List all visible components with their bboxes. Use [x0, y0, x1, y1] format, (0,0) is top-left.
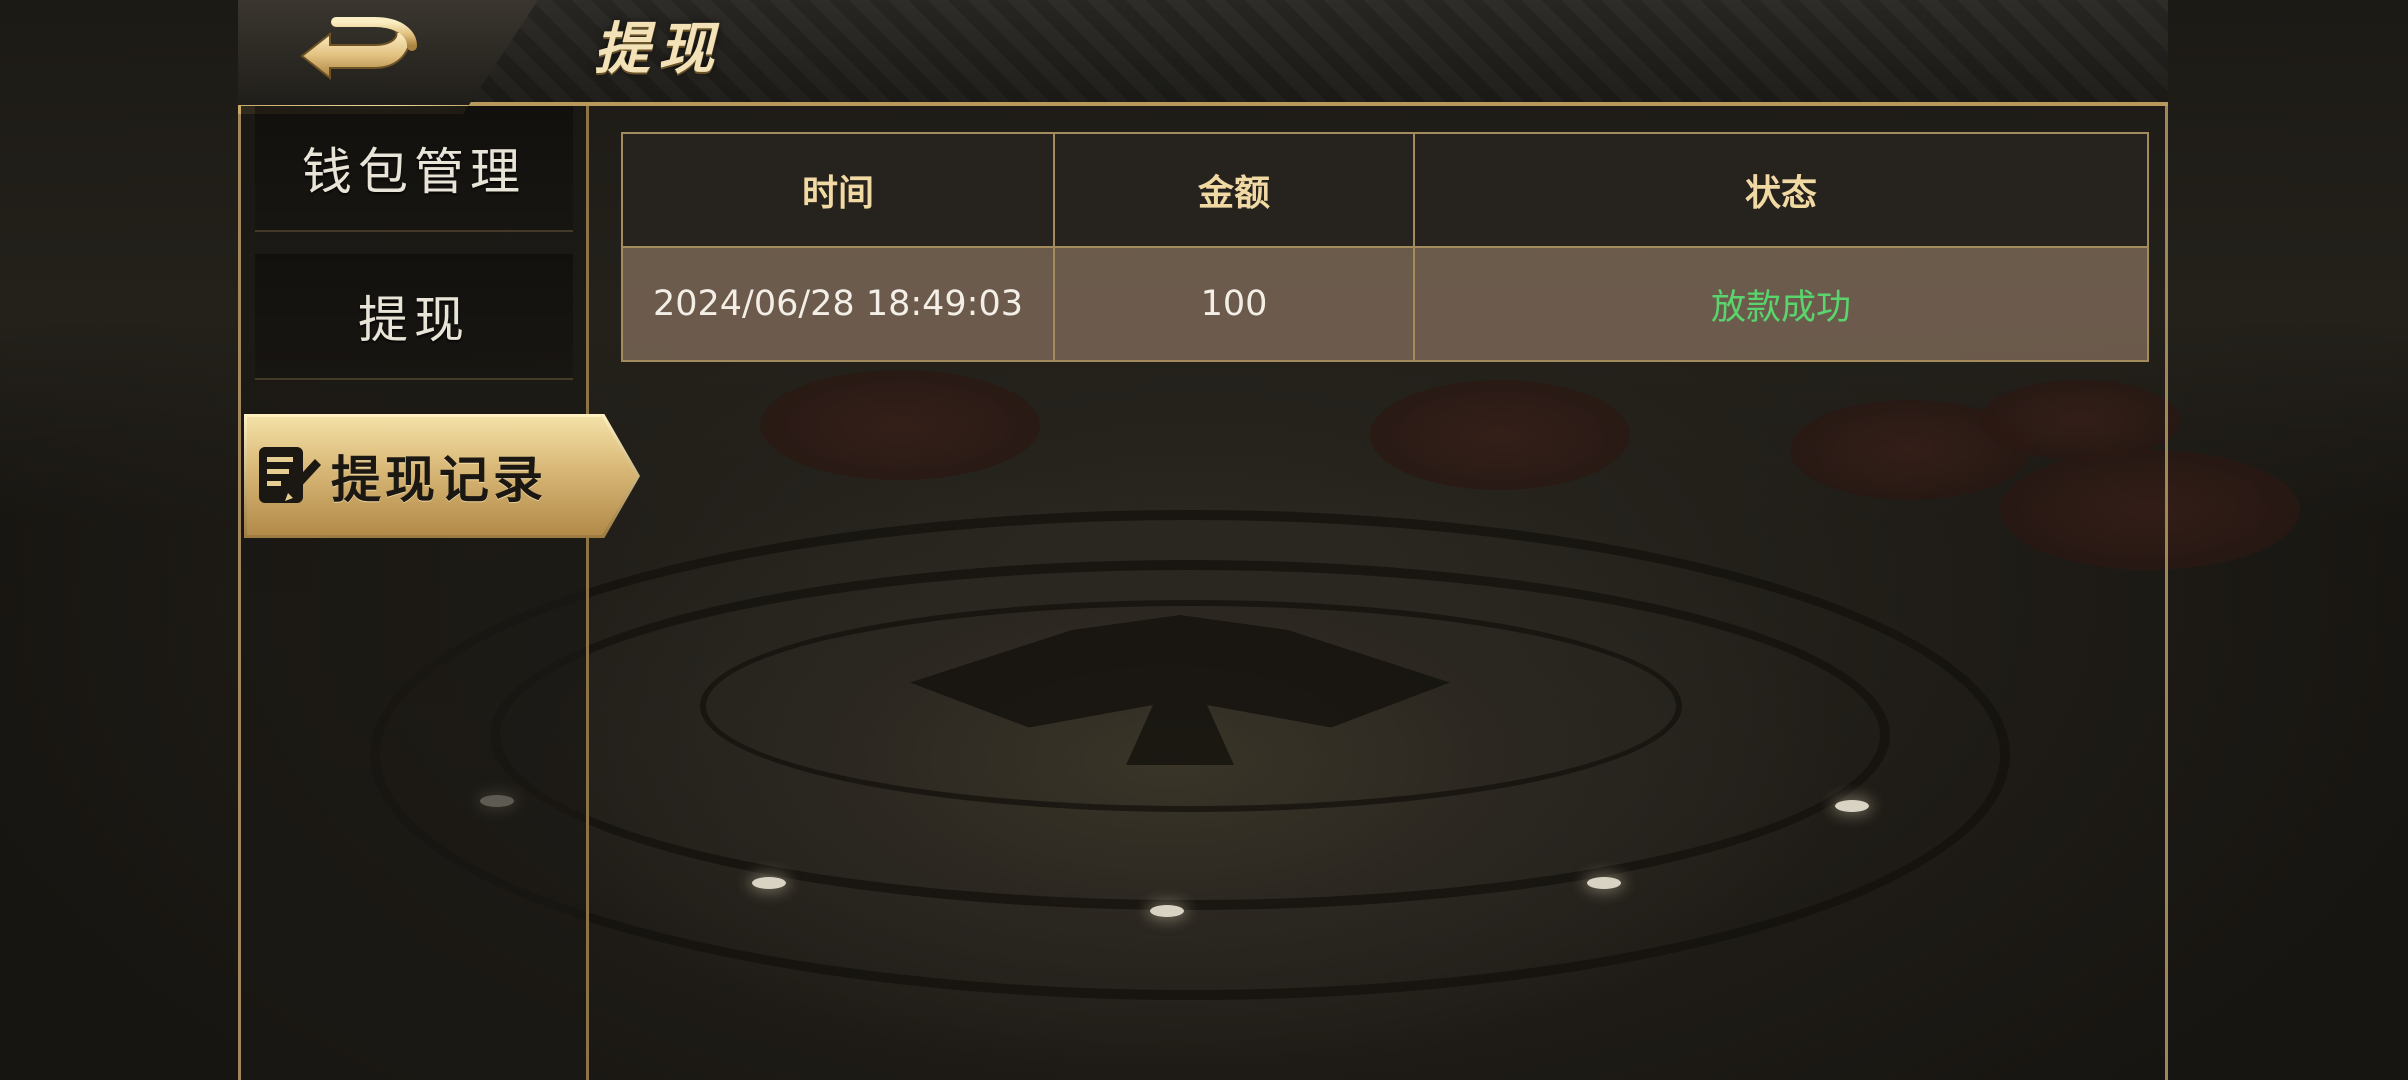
sidebar-item-label: 钱包管理 — [302, 143, 526, 201]
back-arrow-icon — [300, 17, 417, 81]
cell-status: 放款成功 — [1413, 246, 2149, 362]
sidebar-item-label: 提现记录 — [331, 451, 547, 509]
cell-time: 2024/06/28 18:49:03 — [621, 246, 1055, 362]
withdraw-records-table: 时间 金额 状态 2024/06/28 18:49:03 100 放款成功 — [621, 132, 2149, 362]
cell-amount: 100 — [1053, 246, 1415, 362]
sidebar-item-wallet-management[interactable]: 钱包管理 — [255, 106, 573, 232]
sidebar: 钱包管理 提现 — [241, 106, 589, 1080]
document-pen-icon — [259, 447, 321, 503]
table-row: 2024/06/28 18:49:03 100 放款成功 — [621, 246, 2149, 362]
column-header-time: 时间 — [621, 132, 1055, 248]
column-header-status: 状态 — [1413, 132, 2149, 248]
column-header-amount: 金额 — [1053, 132, 1415, 248]
sidebar-item-withdraw-records[interactable]: 提现记录 — [247, 417, 637, 535]
back-button[interactable] — [292, 12, 418, 82]
sidebar-item-label: 提现 — [358, 291, 470, 349]
sidebar-item-withdraw[interactable]: 提现 — [255, 254, 573, 380]
page-title: 提现 — [594, 17, 722, 82]
table-header-row: 时间 金额 状态 — [621, 132, 2149, 248]
